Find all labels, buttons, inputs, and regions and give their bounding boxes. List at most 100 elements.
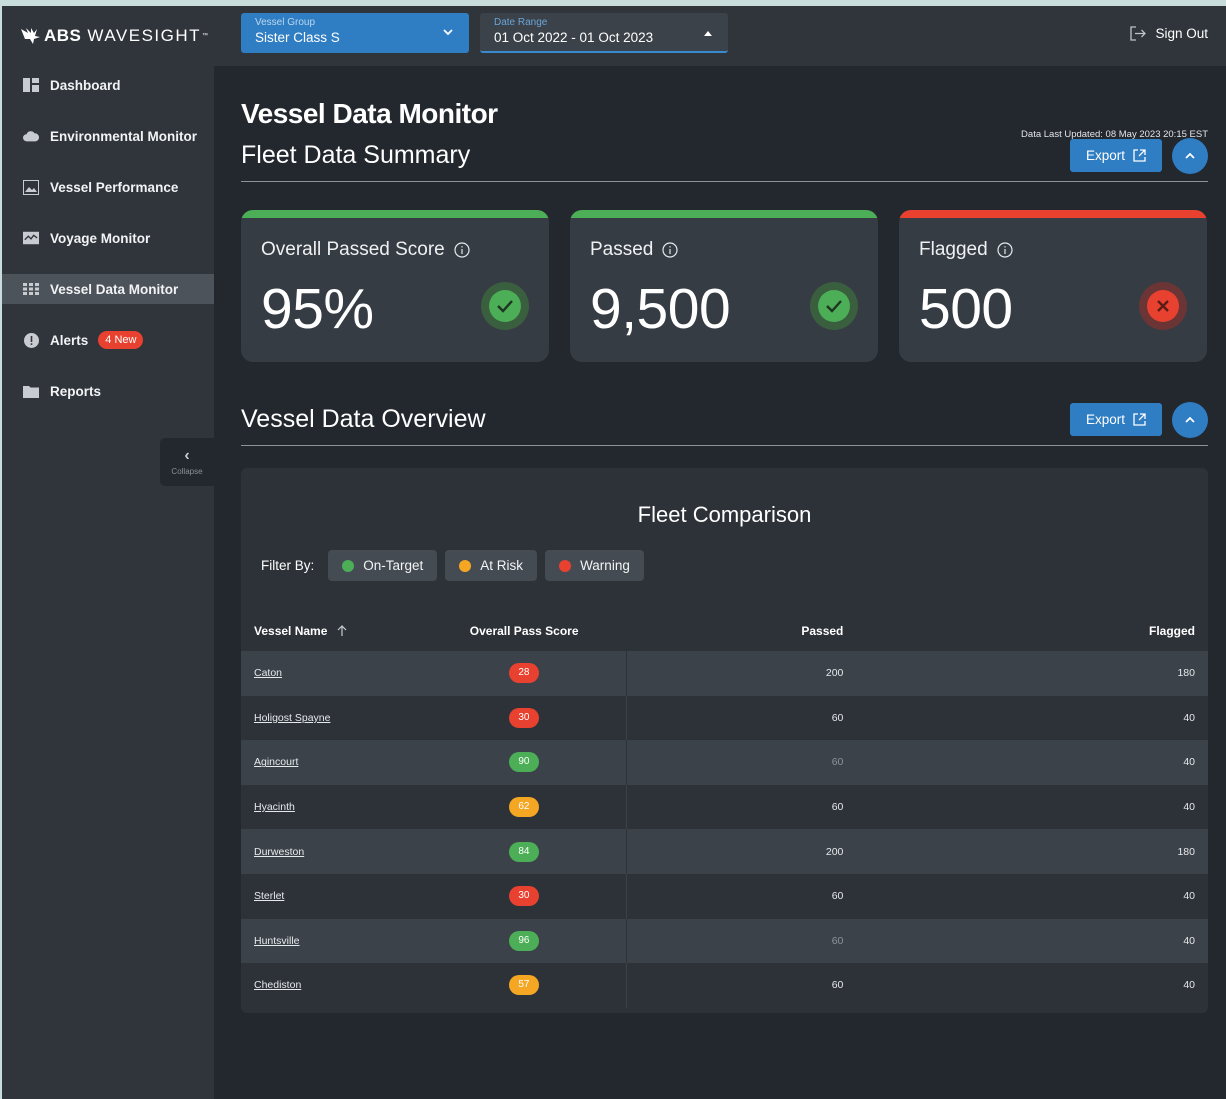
card-value: 9,500 — [590, 277, 731, 341]
check-circle-icon — [810, 282, 858, 330]
summary-title: Fleet Data Summary — [241, 141, 471, 169]
pass-score-cell: 30 — [421, 695, 627, 741]
cloud-icon — [23, 129, 39, 143]
grid-icon — [23, 282, 39, 296]
table-row: Caton 28 200 180 — [241, 651, 1208, 696]
pass-score-cell: 62 — [421, 784, 627, 830]
sidebar-item-alerts[interactable]: Alerts 4 New — [2, 325, 214, 355]
vessel-name-link[interactable]: Hyacinth — [254, 801, 295, 813]
vessel-name-cell: Durweston — [241, 829, 422, 874]
summary-export-button[interactable]: Export — [1070, 139, 1162, 172]
sidebar-item-reports[interactable]: Reports — [2, 376, 214, 406]
score-pill: 30 — [508, 886, 539, 907]
sidebar-item-vessel-data-monitor[interactable]: Vessel Data Monitor — [2, 274, 214, 304]
sidebar-item-environmental-monitor[interactable]: Environmental Monitor — [2, 121, 214, 151]
overview-collapse-button[interactable] — [1172, 401, 1208, 438]
card-label: Passed — [590, 239, 678, 261]
sidebar-item-vessel-performance[interactable]: Vessel Performance — [2, 172, 214, 202]
vessel-name-link[interactable]: Holigost Spayne — [254, 712, 330, 724]
fleet-data-summary: Fleet Data Summary Export Overall Passed… — [241, 130, 1208, 362]
vessel-name-cell: Chediston — [241, 963, 422, 1008]
overview-title: Vessel Data Overview — [241, 405, 486, 433]
sign-out-button[interactable]: Sign Out — [1130, 26, 1208, 41]
folder-icon — [23, 384, 39, 398]
card-label-text: Flagged — [919, 239, 988, 260]
logo-brand: ABS — [44, 26, 82, 45]
vessel-name-cell: Agincourt — [241, 740, 422, 785]
score-pill: 96 — [508, 930, 539, 951]
vessel-name-link[interactable]: Agincourt — [254, 756, 298, 768]
card-status-bar — [899, 210, 1207, 218]
chart-icon — [23, 231, 39, 245]
export-label: Export — [1085, 412, 1126, 427]
vessel-name-link[interactable]: Chediston — [254, 979, 301, 991]
sort-arrow-up-icon — [337, 625, 347, 636]
dashboard-icon — [23, 78, 39, 92]
filter-bar: Filter By: On-Target At Risk Warning — [261, 550, 1208, 581]
sign-out-icon — [1130, 26, 1147, 41]
main-area: Vessel Group Sister Class S Date Range 0… — [214, 6, 1226, 1099]
info-icon[interactable] — [997, 242, 1013, 258]
collapse-button[interactable]: ‹ Collapse — [160, 438, 214, 486]
vessel-group-select[interactable]: Vessel Group Sister Class S — [241, 13, 469, 53]
column-passed[interactable]: Passed — [627, 611, 1099, 651]
pass-score-cell: 96 — [421, 918, 627, 964]
sidebar-item-voyage-monitor[interactable]: Voyage Monitor — [2, 223, 214, 253]
vessel-name-link[interactable]: Huntsville — [254, 935, 300, 947]
table-row: Huntsville 96 60 40 — [241, 918, 1208, 964]
column-overall-pass-score[interactable]: Overall Pass Score — [422, 611, 627, 651]
filter-warning[interactable]: Warning — [545, 550, 644, 581]
vessel-name-link[interactable]: Caton — [254, 667, 282, 679]
column-vessel-name[interactable]: Vessel Name — [241, 611, 422, 651]
flagged-cell: 40 — [1098, 784, 1208, 830]
summary-collapse-button[interactable] — [1172, 137, 1208, 174]
pass-score-cell: 28 — [421, 651, 627, 696]
passed-cell: 60 — [626, 784, 1099, 830]
date-range-value: 01 Oct 2022 - 01 Oct 2023 — [494, 30, 654, 45]
passed-cell: 60 — [626, 740, 1099, 785]
card-value: 500 — [919, 277, 1013, 341]
score-pill: 30 — [508, 707, 539, 728]
summary-cards: Overall Passed Score 95% Passed 9,500 Fl… — [241, 210, 1208, 362]
logo-product: WAVESIGHT — [87, 26, 202, 45]
filter-chip-label: Warning — [580, 558, 630, 573]
sidebar-item-label: Reports — [50, 383, 102, 399]
info-icon[interactable] — [454, 242, 470, 258]
score-pill: 84 — [508, 841, 539, 862]
column-label: Vessel Name — [254, 624, 328, 638]
chevron-down-icon — [443, 27, 453, 39]
vessel-name-cell: Hyacinth — [241, 784, 422, 830]
score-pill: 62 — [508, 797, 539, 818]
logo[interactable]: ABS WAVESIGHT ™ — [2, 6, 214, 66]
table-row: Hyacinth 62 60 40 — [241, 784, 1208, 830]
summary-actions: Export — [1070, 137, 1208, 174]
sidebar-item-dashboard[interactable]: Dashboard — [2, 70, 214, 100]
filter-on-target[interactable]: On-Target — [328, 550, 438, 581]
vessel-name-cell: Huntsville — [241, 918, 422, 964]
sidebar-item-label: Voyage Monitor — [50, 230, 151, 246]
pass-score-cell: 90 — [421, 740, 627, 785]
chevron-up-icon — [1185, 416, 1195, 423]
sidebar-nav: Dashboard Environmental Monitor Vessel P… — [2, 70, 214, 406]
eagle-icon — [21, 28, 40, 44]
vessel-name-link[interactable]: Durweston — [254, 846, 304, 858]
overview-export-button[interactable]: Export — [1070, 403, 1162, 436]
pass-score-cell: 84 — [421, 829, 627, 874]
vessel-name-link[interactable]: Sterlet — [254, 890, 284, 902]
table-row: Agincourt 90 60 40 — [241, 740, 1208, 785]
card-value: 95% — [261, 277, 374, 341]
chevron-up-icon — [1185, 152, 1195, 159]
vessel-group-label: Vessel Group — [255, 17, 316, 28]
date-range-label: Date Range — [494, 17, 548, 28]
card-status-bar — [570, 210, 878, 218]
pass-score-cell: 30 — [421, 873, 627, 919]
column-flagged[interactable]: Flagged — [1098, 611, 1208, 651]
filter-at-risk[interactable]: At Risk — [445, 550, 538, 581]
x-circle-icon — [1139, 282, 1187, 330]
info-icon[interactable] — [662, 242, 678, 258]
topbar: Vessel Group Sister Class S Date Range 0… — [214, 6, 1226, 66]
date-range-select[interactable]: Date Range 01 Oct 2022 - 01 Oct 2023 — [480, 13, 728, 53]
sidebar-item-label: Alerts — [50, 332, 89, 348]
external-link-icon — [1133, 149, 1146, 162]
export-label: Export — [1085, 148, 1126, 163]
